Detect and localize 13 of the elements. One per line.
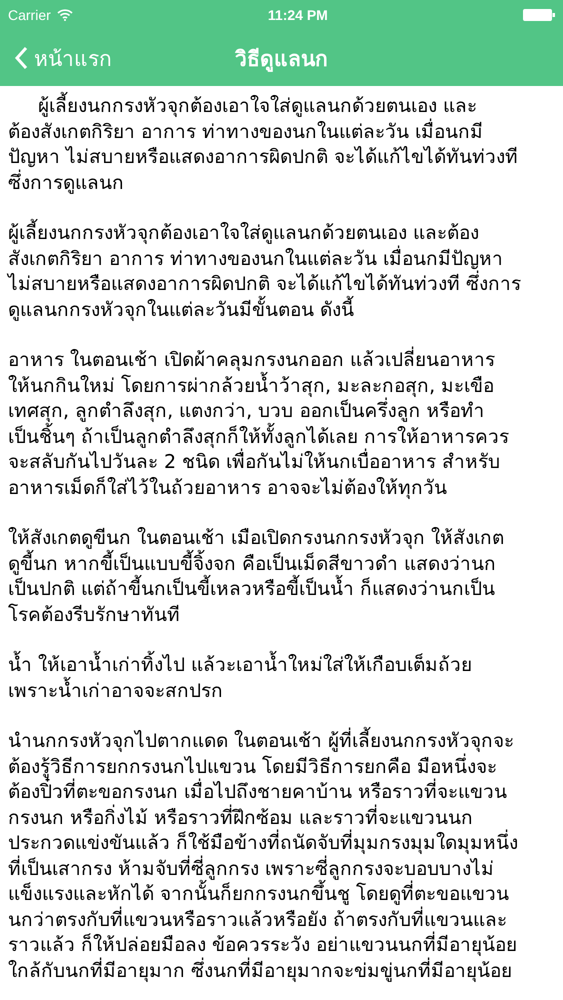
carrier-label: Carrier <box>8 7 51 23</box>
body-paragraph: อาหาร ในตอนเช้า เปิดผ้าคลุมกรงนกออก แล้วเปลี่ยนอาหาร ให้นกกินใหม่ โดยการผ่ากล้วยน้ำว้าสุก, มะละกอสุก, มะเขือ เทศสุก, ลูกตำลึงสุก, แตงกว่า, บวบ ออกเป็นครึ่งลูก หรือทำ เป็นชิ้นๆ ถ้าเป็นลูกตำลึงสุกก็ให้ทั้งลูกได้เลย การให้อาหารควร จะสลับกันไปวันละ 2 ชนิด เพื่อกันไม่ให้นกเบื่ออาหาร สำหรับ อาหารเม็ดก็ใส่ไว้ในถ้วยอาหาร อาจจะไม่ต้องให้ทุกวัน <box>8 348 555 501</box>
body-paragraph: น้ำ ให้เอาน้ำเก่าทิ้งไป แล้วะเอาน้ำใหม่ใส่ให้เกือบเต็มถ้วย เพราะน้ำเก่าอาจจะสกปรก <box>8 653 555 704</box>
back-button[interactable]: หน้าแรก <box>14 42 112 74</box>
wifi-icon <box>56 9 73 21</box>
battery-icon <box>523 9 555 21</box>
body-paragraph: นำนกกรงหัวจุกไปตากแดด ในตอนเช้า ผู้ที่เลี้ยงนกกรงหัวจุกจะ ต้องรู้วิธีการยกกรงนกไปแขวน โดยมีวิธีการยกคือ มือหนึ่งจะ ต้องปิ๋วที่ตะขอกรงนก เมื่อไปถึงชายคาบ้าน หรือราวที่จะแขวน กรงนก หรือกิ่งไม้ หรือราวที่ฝึกซ้อม และราวที่จะแขวนนก ประกวดแข่งขันแล้ว ก็ใช้มือข้างที่ถนัดจับที่มุมกรงมุมใดมุมหนึ่ง ที่เป็นเสากรง ห้ามจับที่ซี่ลูกกรง เพราะซี่ลูกกรงจะบอบบางไม่ แข็งแรงและหักได้ จากนั้นก็ยกกรงนกขึ้นชู โดยดูที่ตะขอแขวน นกว่าตรงกับที่แขวนหรือราวแล้วหรือยัง ถ้าตรงกับที่แขวนและ ราวแล้ว ก็ให้ปล่อยมือลง ข้อควรระวัง อย่าแขวนนกที่มีอายุน้อย ใกล้กับนกที่มีอายุมาก ซึ่งนกที่มีอายุมากจะข่มขู่นกที่มีอายุน้อย <box>8 729 555 984</box>
status-time: 11:24 PM <box>268 7 328 23</box>
body-paragraph: ให้สังเกตดูขีนก ในตอนเช้า เมือเปิดกรงนกกรงหัวจุก ให้สังเกต ดูขี้นก หากขี้เป็นแบบขี้จิ้งจก คือเป็นเม็ดสีขาวดำ แสดงว่านก เป็นปกติ แต่ถ้าขี้นกเป็นขี้เหลวหรือขี้เป็นน้ำ ก็แสดงว่านกเป็น โรคต้องรีบรักษาทันที <box>8 526 506 628</box>
body-paragraph: ผู้เลี้ยงนกกรงหัวจุกต้องเอาใจใส่ดูแลนกด้วยตนเอง และ ต้องสังเกตกิริยา อาการ ท่าทางของนกในแต่ละวัน เมื่อนกมี ปัญหา ไม่สบายหรือแสดงอาการผิดปกติ จะได้แก้ไขได้ทันท่วงที ซึ่งการดูแลนก <box>8 94 555 196</box>
page-title: วิธีดูแลนก <box>235 46 328 74</box>
body-paragraph: ผู้เลี้ยงนกกรงหัวจุกต้องเอาใจใส่ดูแลนกด้วยตนเอง และต้อง สังเกตกิริยา อาการ ท่าทางของนกในแต่ละวัน เมื่อนกมีปัญหา ไม่สบายหรือแสดงอาการผิดปกติ จะได้แก้ไขได้ทันท่วงที ซึ่งการ ดูแลนกกรงหัวจุกในแต่ละวันมีขั้นตอน ดังนี้ <box>8 221 555 323</box>
chevron-left-icon <box>14 46 28 70</box>
